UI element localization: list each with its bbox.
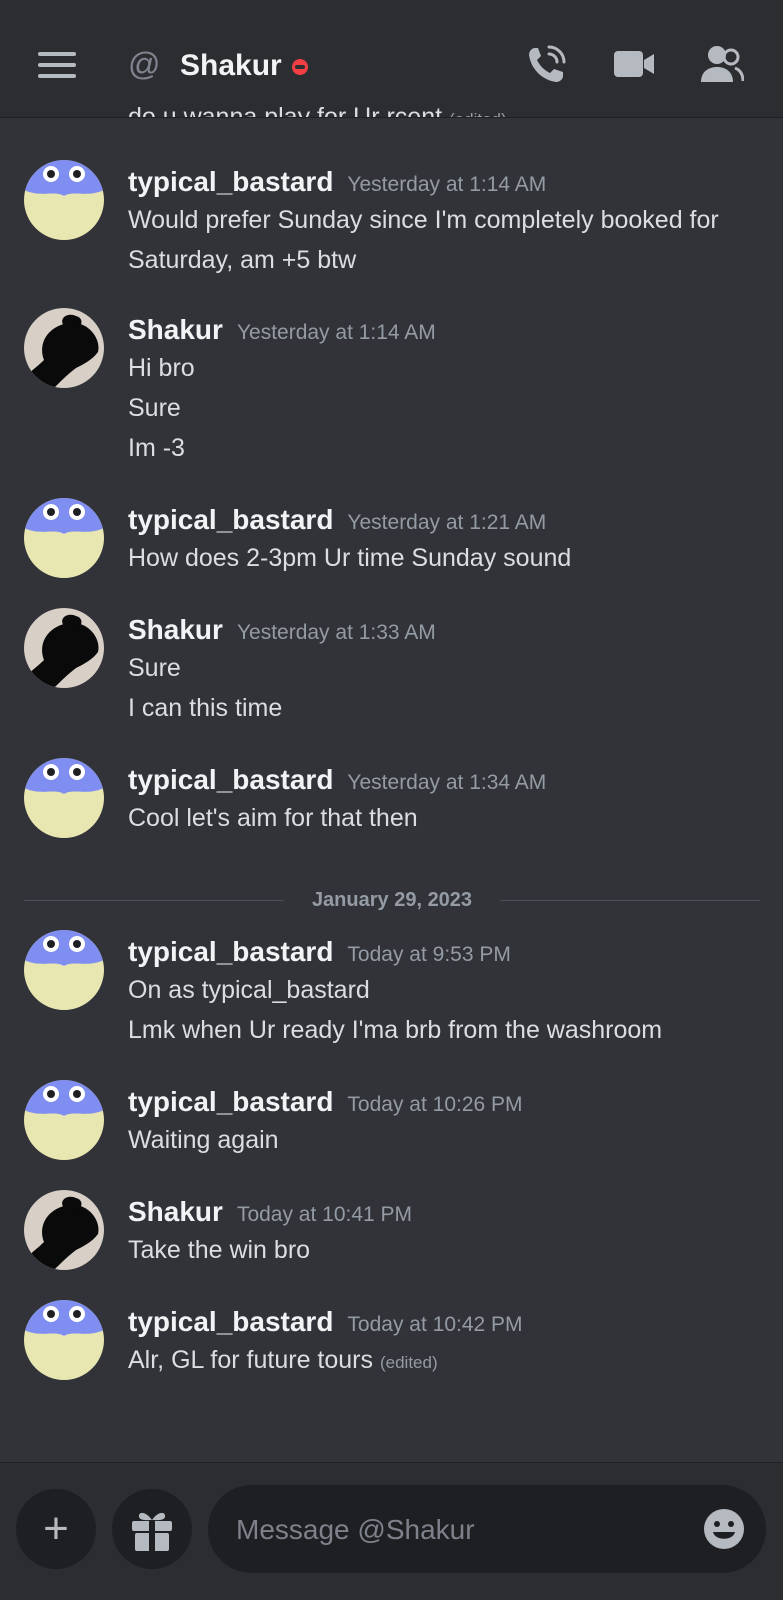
avatar[interactable]: [24, 498, 104, 578]
edited-label: (edited): [379, 1353, 438, 1372]
gift-icon: [132, 1512, 172, 1551]
message-text: Would prefer Sunday since I'm completely…: [128, 206, 719, 234]
avatar[interactable]: [24, 160, 104, 240]
message-input[interactable]: [234, 1485, 678, 1575]
message-text: Cool let's aim for that then: [128, 804, 418, 832]
message-text: Waiting again: [128, 1126, 279, 1154]
message-text: Im -3: [128, 434, 185, 462]
username[interactable]: typical_bastard: [128, 504, 333, 535]
timestamp: Today at 10:42 PM: [347, 1313, 523, 1336]
timestamp: Today at 9:53 PM: [347, 943, 511, 966]
message-header: Shakur Yesterday at 1:14 AM: [128, 312, 436, 353]
message-text: Lmk when Ur ready I'ma brb from the wash…: [128, 1016, 663, 1044]
add-attachment-button[interactable]: +: [16, 1489, 96, 1569]
members-icon[interactable]: [700, 42, 744, 86]
at-icon: @: [128, 46, 161, 82]
message-header: Shakur Today at 10:41 PM: [128, 1194, 412, 1235]
avatar[interactable]: [24, 1080, 104, 1160]
menu-icon[interactable]: [38, 52, 76, 78]
username[interactable]: Shakur: [128, 1196, 223, 1227]
username[interactable]: typical_bastard: [128, 1306, 333, 1337]
dm-recipient-name[interactable]: Shakur: [180, 46, 282, 86]
avatar[interactable]: [24, 758, 104, 838]
message-text: Saturday, am +5 btw: [128, 246, 357, 274]
avatar[interactable]: [24, 308, 104, 388]
divider-line: [24, 900, 284, 901]
message-text: On as typical_bastard: [128, 976, 370, 1004]
divider-date: January 29, 2023: [311, 889, 473, 911]
message-text: Take the win bro: [128, 1236, 311, 1264]
message-header: typical_bastard Today at 10:42 PM: [128, 1304, 523, 1345]
timestamp: Today at 10:41 PM: [236, 1203, 413, 1226]
message-header: typical_bastard Today at 9:53 PM: [128, 934, 511, 975]
message-header: typical_bastard Yesterday at 1:14 AM: [128, 164, 546, 205]
plus-icon: +: [43, 1504, 69, 1553]
timestamp: Yesterday at 1:14 AM: [347, 173, 547, 196]
channel-header: @ Shakur: [0, 0, 783, 118]
gift-button[interactable]: [112, 1489, 192, 1569]
username[interactable]: Shakur: [128, 614, 223, 645]
timestamp: Yesterday at 1:34 AM: [347, 771, 547, 794]
edited-label: (edited): [449, 110, 507, 129]
partial-message: do u wanna play for Ur rcent (edited): [128, 102, 507, 129]
username[interactable]: Shakur: [128, 314, 223, 345]
message-header: Shakur Yesterday at 1:33 AM: [128, 612, 436, 653]
voice-call-icon[interactable]: [525, 42, 569, 86]
date-divider: January 29, 2023: [24, 885, 760, 915]
timestamp: Today at 10:26 PM: [347, 1093, 523, 1116]
video-call-icon[interactable]: [612, 42, 656, 86]
message-text: Sure: [128, 654, 181, 682]
message-header: typical_bastard Yesterday at 1:34 AM: [128, 762, 546, 803]
timestamp: Yesterday at 1:14 AM: [236, 321, 436, 344]
message-text-line: Alr, GL for future tours (edited): [128, 1340, 438, 1383]
message-text: Alr, GL for future tours: [128, 1346, 374, 1374]
message-composer: +: [0, 1462, 783, 1600]
message-text: Hi bro: [128, 354, 195, 382]
avatar[interactable]: [24, 608, 104, 688]
message-text: Sure: [128, 394, 181, 422]
divider-line: [500, 900, 760, 901]
username[interactable]: typical_bastard: [128, 166, 333, 197]
message-header: typical_bastard Today at 10:26 PM: [128, 1084, 523, 1125]
username[interactable]: typical_bastard: [128, 764, 333, 795]
timestamp: Yesterday at 1:33 AM: [236, 621, 436, 644]
username[interactable]: typical_bastard: [128, 936, 333, 967]
message-text: I can this time: [128, 694, 283, 722]
timestamp: Yesterday at 1:21 AM: [347, 511, 547, 534]
message-text: How does 2-3pm Ur time Sunday sound: [128, 544, 572, 572]
username[interactable]: typical_bastard: [128, 1086, 333, 1117]
avatar[interactable]: [24, 930, 104, 1010]
emoji-icon[interactable]: [702, 1507, 746, 1551]
message-header: typical_bastard Yesterday at 1:21 AM: [128, 502, 546, 543]
message-input-wrapper: [208, 1485, 766, 1575]
dnd-status-icon: [292, 59, 308, 75]
avatar[interactable]: [24, 1300, 104, 1380]
avatar[interactable]: [24, 1190, 104, 1270]
